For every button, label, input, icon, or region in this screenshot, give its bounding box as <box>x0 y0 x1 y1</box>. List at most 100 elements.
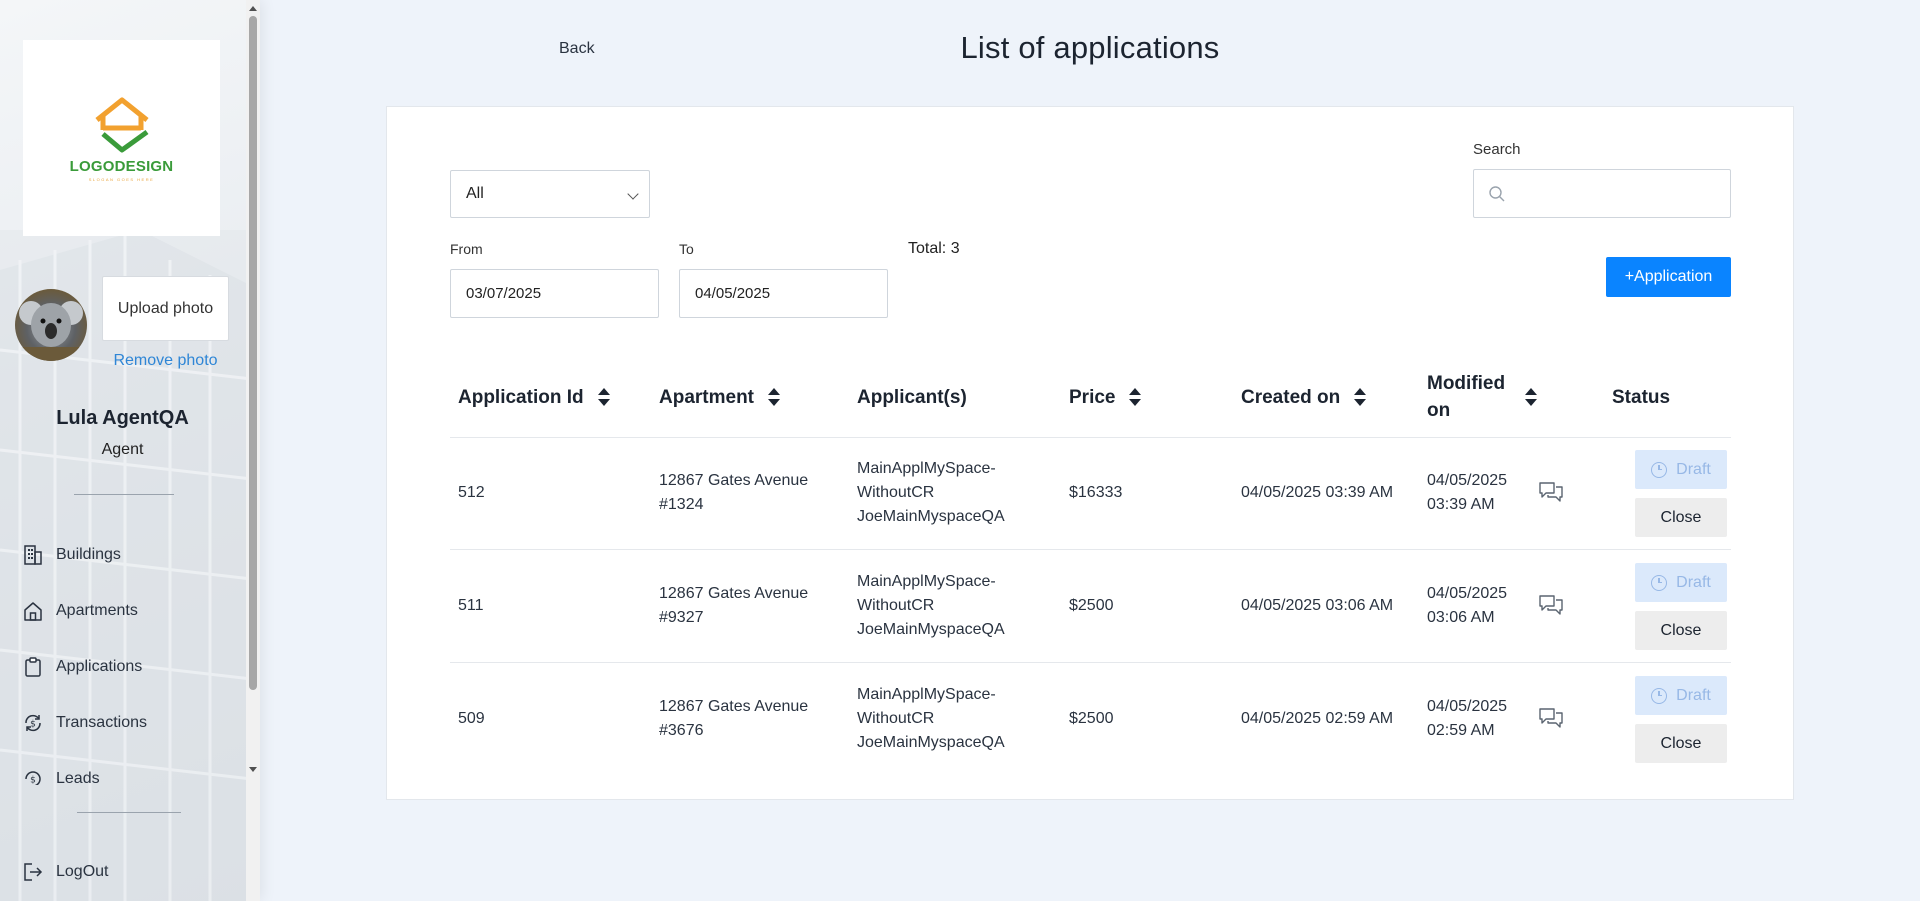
apartment-unit: #3676 <box>659 722 704 739</box>
sidebar-item-label: Transactions <box>56 714 147 731</box>
sidebar-item-buildings[interactable]: Buildings <box>22 541 121 569</box>
to-date-input[interactable]: 04/05/2025 <box>679 269 888 318</box>
sidebar-item-leads[interactable]: $ Leads <box>22 765 100 785</box>
application-id-cell: 511 <box>458 597 484 614</box>
close-button[interactable]: Close <box>1635 724 1727 763</box>
applicants-cell: MainApplMySpace- WithoutCR JoeMainMyspac… <box>857 683 1005 755</box>
column-header-label: Apartment <box>659 386 755 408</box>
sidebar: LOGODESIGN SLOGAN GOES HERE Upload photo… <box>0 0 260 901</box>
sidebar-item-apartments[interactable]: Apartments <box>22 597 138 625</box>
applicant-name: JoeMainMyspaceQA <box>857 734 1005 751</box>
modified-date: 04/05/2025 <box>1427 472 1508 489</box>
table-row[interactable]: 509 12867 Gates Avenue #3676 MainApplMyS… <box>450 663 1731 776</box>
draft-status-button[interactable]: Draft <box>1635 563 1727 602</box>
applicant-name: MainApplMySpace- <box>857 460 996 477</box>
sidebar-divider <box>74 494 174 495</box>
dollar-cycle-icon: $ <box>22 712 44 734</box>
page-title: List of applications <box>960 30 1220 65</box>
apartment-cell: 12867 Gates Avenue #1324 <box>659 469 808 517</box>
close-button[interactable]: Close <box>1635 498 1727 537</box>
sidebar-item-transactions[interactable]: $ Transactions <box>22 709 147 737</box>
column-header-label: Status <box>1612 386 1671 408</box>
chat-icon[interactable] <box>1538 593 1564 617</box>
draft-status-button[interactable]: Draft <box>1635 676 1727 715</box>
created-on-cell: 04/05/2025 02:59 AM <box>1241 710 1394 727</box>
search-field[interactable] <box>1473 169 1731 218</box>
sidebar-nav-clip: $ Leads <box>0 755 246 785</box>
sidebar-item-label: Apartments <box>56 602 138 619</box>
user-name: Lula AgentQA <box>56 407 189 429</box>
sort-icon[interactable] <box>1129 388 1142 406</box>
close-button[interactable]: Close <box>1635 611 1727 650</box>
apartment-address: 12867 Gates Avenue <box>659 698 809 715</box>
applications-card: All Search From 03/07/2025 To 04/05/2025… <box>386 106 1794 800</box>
status-filter-select[interactable]: All <box>450 170 650 218</box>
price-cell: $2500 <box>1069 710 1114 727</box>
search-icon <box>1489 186 1505 202</box>
modified-date: 04/05/2025 <box>1427 585 1508 602</box>
scroll-up-arrow-icon[interactable] <box>249 6 257 11</box>
modified-on-cell: 04/05/2025 03:06 AM <box>1427 582 1507 630</box>
column-header-price[interactable]: Price <box>1069 357 1142 437</box>
column-header-created-on[interactable]: Created on <box>1241 357 1367 437</box>
created-on-cell: 04/05/2025 03:06 AM <box>1241 597 1394 614</box>
table-row[interactable]: 512 12867 Gates Avenue #1324 MainApplMyS… <box>450 437 1731 550</box>
clock-icon <box>1651 461 1668 478</box>
price-cell: $2500 <box>1069 597 1114 614</box>
sidebar-scrollbar[interactable] <box>246 0 260 901</box>
apartment-address: 12867 Gates Avenue <box>659 585 809 602</box>
apartment-unit: #9327 <box>659 609 704 626</box>
applicant-name: MainApplMySpace- <box>857 686 996 703</box>
logo-text: LOGODESIGN <box>69 158 174 175</box>
table-row[interactable]: 511 12867 Gates Avenue #9327 MainApplMyS… <box>450 550 1731 663</box>
created-on-cell: 04/05/2025 03:39 AM <box>1241 484 1394 501</box>
column-header-modified-on[interactable]: Modified on <box>1427 357 1537 437</box>
sidebar-item-label: Applications <box>56 658 143 675</box>
avatar[interactable] <box>15 289 87 361</box>
upload-photo-button[interactable]: Upload photo <box>102 276 229 341</box>
sidebar-divider <box>77 812 181 813</box>
modified-date: 04/05/2025 <box>1427 698 1508 715</box>
column-header-application-id[interactable]: Application Id <box>458 357 610 437</box>
apartment-cell: 12867 Gates Avenue #3676 <box>659 695 808 743</box>
applicants-cell: MainApplMySpace- WithoutCR JoeMainMyspac… <box>857 457 1005 529</box>
applicant-name: JoeMainMyspaceQA <box>857 508 1005 525</box>
chevron-down-icon <box>627 188 639 200</box>
sort-icon[interactable] <box>1525 388 1537 406</box>
logout-button[interactable]: LogOut <box>22 858 108 886</box>
modified-on-cell: 04/05/2025 03:39 AM <box>1427 469 1507 517</box>
column-header-label: Applicant(s) <box>857 386 967 408</box>
applicants-cell: MainApplMySpace- WithoutCR JoeMainMyspac… <box>857 570 1005 642</box>
price-cell: $16333 <box>1069 484 1123 501</box>
modified-time: 03:39 AM <box>1427 496 1495 513</box>
column-header-apartment[interactable]: Apartment <box>659 357 781 437</box>
clock-icon <box>1651 574 1668 591</box>
user-role: Agent <box>101 441 144 458</box>
applicant-name: JoeMainMyspaceQA <box>857 621 1005 638</box>
leads-icon: $ <box>22 768 44 785</box>
sidebar-item-applications[interactable]: Applications <box>22 653 142 681</box>
status-label: Draft <box>1676 460 1711 478</box>
column-header-label: Price <box>1069 386 1116 408</box>
sort-icon[interactable] <box>1354 388 1367 406</box>
clock-icon <box>1651 687 1668 704</box>
svg-text:$: $ <box>30 776 36 786</box>
draft-status-button[interactable]: Draft <box>1635 450 1727 489</box>
column-header-status: Status <box>1612 357 1670 437</box>
building-icon <box>22 544 44 566</box>
remove-photo-link[interactable]: Remove photo <box>102 352 229 370</box>
house-logo-icon <box>94 97 149 153</box>
add-application-button[interactable]: +Application <box>1606 257 1731 297</box>
scroll-down-arrow-icon[interactable] <box>249 767 257 772</box>
sort-icon[interactable] <box>768 388 781 406</box>
chat-icon[interactable] <box>1538 480 1564 504</box>
sidebar-item-label: Leads <box>56 770 100 785</box>
from-date-input[interactable]: 03/07/2025 <box>450 269 659 318</box>
search-input[interactable] <box>1514 178 1714 210</box>
status-filter-value: All <box>466 185 484 202</box>
chat-icon[interactable] <box>1538 706 1564 730</box>
applicant-name: WithoutCR <box>857 597 935 614</box>
scrollbar-thumb[interactable] <box>249 16 257 690</box>
sort-icon[interactable] <box>597 388 610 406</box>
sidebar-item-label: Buildings <box>56 546 121 563</box>
